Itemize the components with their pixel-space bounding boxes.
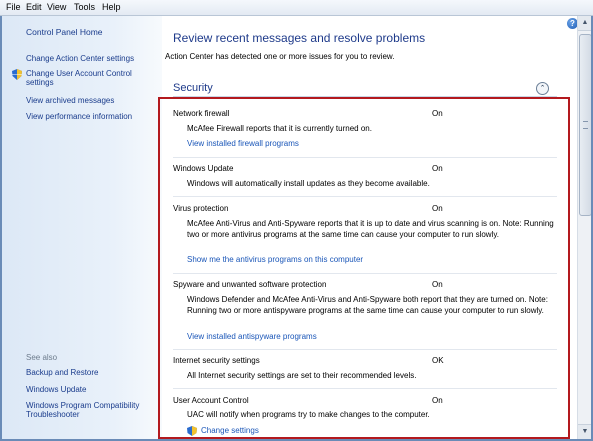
menu-bar: File Edit View Tools Help [0, 0, 593, 16]
menu-help[interactable]: Help [102, 2, 121, 12]
menu-edit[interactable]: Edit [26, 2, 42, 12]
menu-view[interactable]: View [47, 2, 66, 12]
menu-tools[interactable]: Tools [74, 2, 95, 12]
window-frame [0, 16, 593, 441]
menu-file[interactable]: File [6, 2, 21, 12]
